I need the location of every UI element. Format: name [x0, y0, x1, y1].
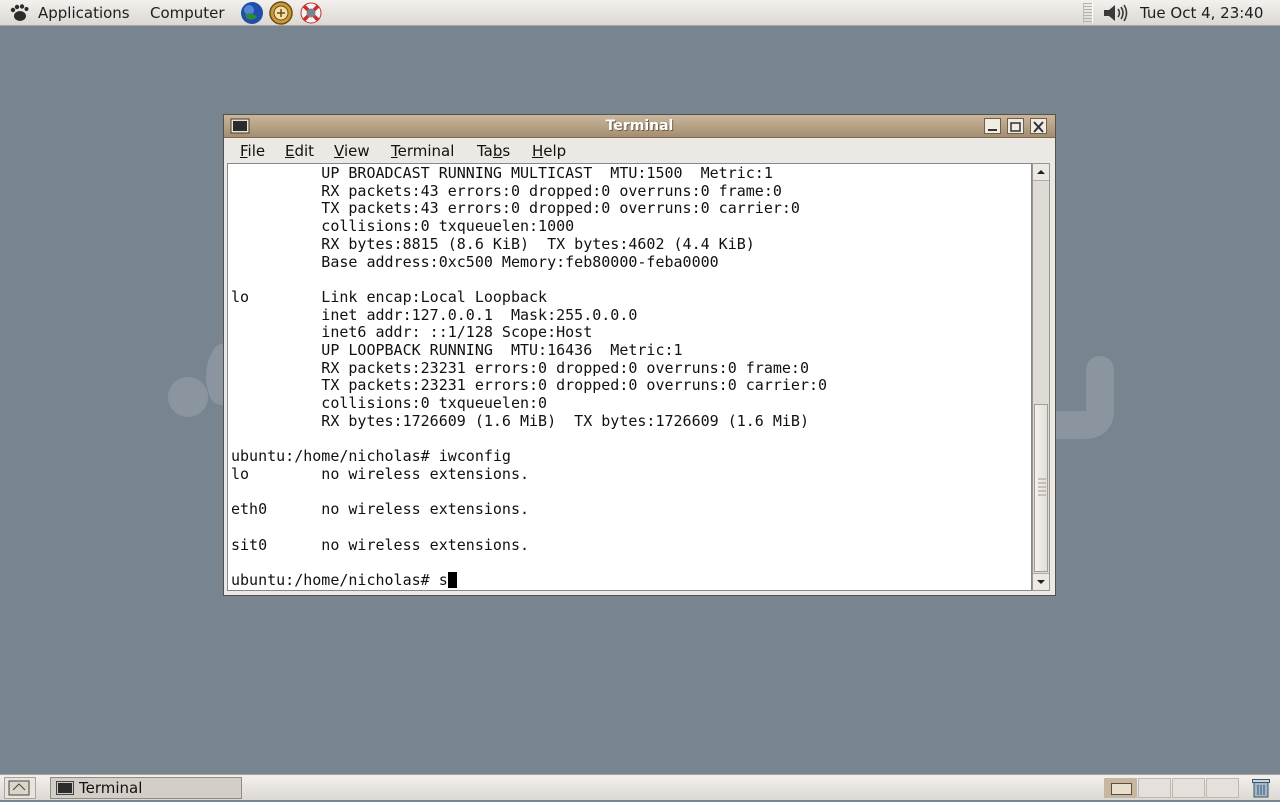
- text-cursor: [447, 572, 457, 589]
- scroll-down-button[interactable]: [1033, 573, 1049, 590]
- show-desktop-icon: [8, 780, 30, 796]
- terminal-window: Terminal File Edit View Terminal Tabs He…: [223, 114, 1056, 596]
- close-button[interactable]: [1030, 118, 1047, 134]
- panel-separator: [1083, 3, 1093, 23]
- bottom-panel: Terminal: [0, 774, 1280, 800]
- menu-file[interactable]: File: [240, 142, 265, 160]
- taskbar-terminal-label: Terminal: [79, 779, 143, 797]
- arrow-up-icon: [1037, 170, 1045, 174]
- grip-icon: [1038, 478, 1046, 496]
- taskbar-terminal-button[interactable]: Terminal: [50, 777, 242, 799]
- help-lifebuoy-icon[interactable]: [298, 1, 324, 25]
- computer-menu[interactable]: Computer: [150, 0, 225, 26]
- gnome-foot-icon[interactable]: [8, 3, 30, 23]
- terminal-output-area[interactable]: UP BROADCAST RUNNING MULTICAST MTU:1500 …: [227, 163, 1032, 591]
- menu-view[interactable]: View: [334, 142, 370, 160]
- workspace-window-thumb: [1111, 783, 1132, 795]
- window-title: Terminal: [605, 118, 674, 134]
- workspace-1[interactable]: [1104, 778, 1137, 798]
- show-desktop-button[interactable]: [4, 777, 36, 799]
- mail-client-icon[interactable]: [268, 1, 294, 25]
- window-titlebar[interactable]: Terminal: [224, 115, 1055, 138]
- minimize-button[interactable]: [984, 118, 1001, 134]
- workspace-4[interactable]: [1206, 778, 1239, 798]
- maximize-button[interactable]: [1007, 118, 1024, 134]
- menu-terminal[interactable]: Terminal: [391, 142, 454, 160]
- terminal-icon: [56, 781, 74, 795]
- trash-icon[interactable]: [1250, 777, 1272, 799]
- volume-icon[interactable]: [1101, 3, 1129, 23]
- menu-edit[interactable]: Edit: [285, 142, 314, 160]
- close-icon: [1033, 121, 1044, 133]
- menubar: File Edit View Terminal Tabs Help: [224, 138, 1055, 164]
- terminal-scrollbar[interactable]: [1032, 163, 1050, 591]
- terminal-output: UP BROADCAST RUNNING MULTICAST MTU:1500 …: [231, 164, 828, 554]
- scroll-up-button[interactable]: [1033, 164, 1049, 181]
- globe-icon[interactable]: [239, 1, 265, 25]
- workspace-2[interactable]: [1138, 778, 1171, 798]
- top-panel: Applications Computer Tue Oct 4, 23:40: [0, 0, 1280, 26]
- scrollbar-thumb[interactable]: [1034, 404, 1048, 572]
- clock[interactable]: Tue Oct 4, 23:40: [1140, 0, 1263, 26]
- minimize-icon: [988, 129, 997, 131]
- command-input[interactable]: s: [439, 571, 448, 589]
- maximize-icon: [1010, 122, 1021, 132]
- menu-tabs[interactable]: Tabs: [477, 142, 510, 160]
- terminal-text: UP BROADCAST RUNNING MULTICAST MTU:1500 …: [231, 165, 827, 590]
- menu-help[interactable]: Help: [532, 142, 566, 160]
- applications-menu[interactable]: Applications: [38, 0, 130, 26]
- arrow-down-icon: [1037, 580, 1045, 584]
- workspace-3[interactable]: [1172, 778, 1205, 798]
- shell-prompt: ubuntu:/home/nicholas#: [231, 571, 439, 590]
